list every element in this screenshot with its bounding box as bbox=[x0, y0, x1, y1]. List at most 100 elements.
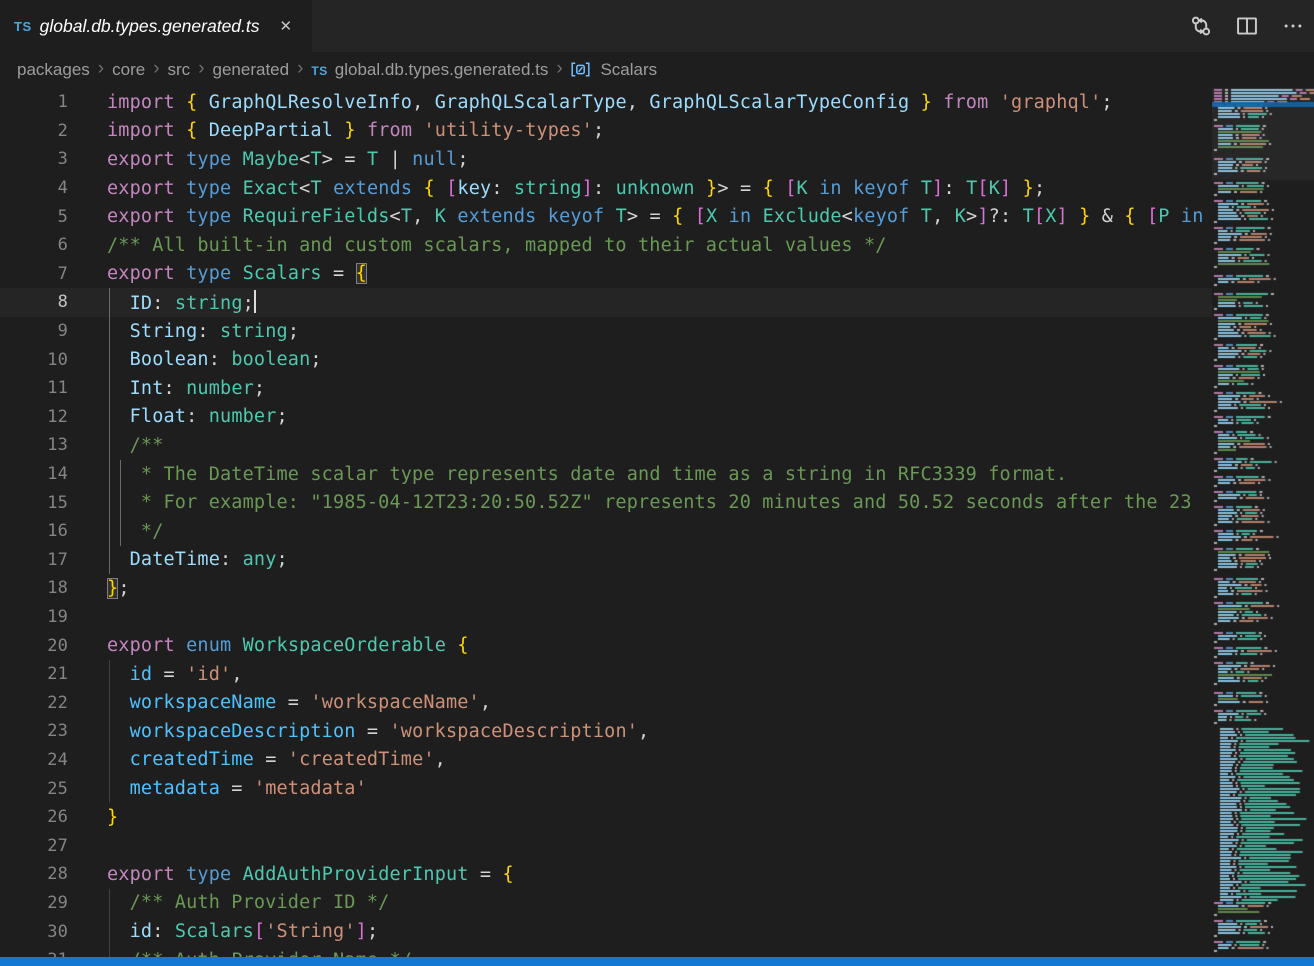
line-number[interactable]: 18 bbox=[0, 578, 68, 598]
code-line[interactable]: 7export type Scalars = { bbox=[0, 260, 1212, 289]
line-number[interactable]: 10 bbox=[0, 350, 68, 370]
line-number[interactable]: 6 bbox=[0, 235, 68, 255]
line-number[interactable]: 17 bbox=[0, 550, 68, 570]
indent-guide bbox=[109, 746, 110, 775]
line-number[interactable]: 16 bbox=[0, 521, 68, 541]
code-text: import { GraphQLResolveInfo, GraphQLScal… bbox=[68, 92, 1113, 113]
code-line[interactable]: 8 ID: string; bbox=[0, 288, 1212, 317]
code-line[interactable]: 20export enum WorkspaceOrderable { bbox=[0, 631, 1212, 660]
line-number[interactable]: 27 bbox=[0, 836, 68, 856]
indent-guide bbox=[120, 460, 121, 489]
code-line[interactable]: 5export type RequireFields<T, K extends … bbox=[0, 202, 1212, 231]
line-number[interactable]: 9 bbox=[0, 321, 68, 341]
code-text: * The DateTime scalar type represents da… bbox=[68, 464, 1067, 485]
code-text: id: Scalars['String']; bbox=[68, 921, 378, 942]
close-icon[interactable]: ✕ bbox=[276, 15, 297, 37]
indent-guide bbox=[120, 488, 121, 517]
code-text: Int: number; bbox=[68, 378, 265, 399]
tab-global-db-types-generated[interactable]: TS global.db.types.generated.ts ✕ bbox=[0, 0, 312, 52]
breadcrumb-packages[interactable]: packages bbox=[17, 60, 90, 80]
code-line[interactable]: 1import { GraphQLResolveInfo, GraphQLSca… bbox=[0, 88, 1212, 117]
indent-guide bbox=[109, 431, 110, 460]
code-text: export type Scalars = { bbox=[68, 263, 367, 284]
code-line[interactable]: 13 /** bbox=[0, 431, 1212, 460]
code-line[interactable]: 18}; bbox=[0, 574, 1212, 603]
code-text: /** Auth Provider ID */ bbox=[68, 892, 389, 913]
breadcrumb-file[interactable]: TSglobal.db.types.generated.ts bbox=[311, 60, 548, 80]
line-number[interactable]: 28 bbox=[0, 864, 68, 884]
code-line[interactable]: 16 */ bbox=[0, 517, 1212, 546]
code-line[interactable]: 9 String: string; bbox=[0, 317, 1212, 346]
code-line[interactable]: 10 Boolean: boolean; bbox=[0, 345, 1212, 374]
line-number[interactable]: 8 bbox=[0, 292, 68, 312]
line-number[interactable]: 3 bbox=[0, 149, 68, 169]
code-line[interactable]: 12 Float: number; bbox=[0, 403, 1212, 432]
code-line[interactable]: 6/** All built-in and custom scalars, ma… bbox=[0, 231, 1212, 260]
breadcrumb-symbol-scalars[interactable]: Scalars bbox=[571, 60, 657, 80]
line-number[interactable]: 25 bbox=[0, 779, 68, 799]
code-line[interactable]: 17 DateTime: any; bbox=[0, 546, 1212, 575]
indent-guide bbox=[109, 946, 110, 957]
code-text: String: string; bbox=[68, 321, 299, 342]
line-number[interactable]: 26 bbox=[0, 807, 68, 827]
line-number[interactable]: 7 bbox=[0, 264, 68, 284]
indent-guide bbox=[109, 345, 110, 374]
line-number[interactable]: 31 bbox=[0, 950, 68, 957]
line-number[interactable]: 1 bbox=[0, 92, 68, 112]
tab-title: global.db.types.generated.ts bbox=[40, 16, 260, 37]
code-text: ID: string; bbox=[68, 290, 256, 314]
breadcrumb-generated[interactable]: generated bbox=[213, 60, 290, 80]
code-line[interactable]: 30 id: Scalars['String']; bbox=[0, 917, 1212, 946]
code-editor[interactable]: 1import { GraphQLResolveInfo, GraphQLSca… bbox=[0, 88, 1212, 957]
code-line[interactable]: 15 * For example: "1985-04-12T23:20:50.5… bbox=[0, 488, 1212, 517]
more-actions-icon[interactable] bbox=[1280, 13, 1306, 39]
line-number[interactable]: 29 bbox=[0, 893, 68, 913]
line-number[interactable]: 15 bbox=[0, 493, 68, 513]
code-line[interactable]: 2import { DeepPartial } from 'utility-ty… bbox=[0, 117, 1212, 146]
code-line[interactable]: 31 /** Auth Provider Name */ bbox=[0, 946, 1212, 957]
code-text: export enum WorkspaceOrderable { bbox=[68, 635, 469, 656]
line-number[interactable]: 14 bbox=[0, 464, 68, 484]
line-number[interactable]: 19 bbox=[0, 607, 68, 627]
code-text: export type RequireFields<T, K extends k… bbox=[68, 206, 1204, 227]
code-line[interactable]: 14 * The DateTime scalar type represents… bbox=[0, 460, 1212, 489]
indent-guide bbox=[109, 717, 110, 746]
code-line[interactable]: 11 Int: number; bbox=[0, 374, 1212, 403]
code-text: /** Auth Provider Name */ bbox=[68, 950, 412, 957]
split-editor-icon[interactable] bbox=[1234, 13, 1260, 39]
code-line[interactable]: 25 metadata = 'metadata' bbox=[0, 774, 1212, 803]
minimap[interactable] bbox=[1212, 88, 1314, 957]
breadcrumb-core[interactable]: core bbox=[112, 60, 145, 80]
code-line[interactable]: 27 bbox=[0, 831, 1212, 860]
line-number[interactable]: 11 bbox=[0, 378, 68, 398]
line-number[interactable]: 30 bbox=[0, 922, 68, 942]
line-number[interactable]: 13 bbox=[0, 435, 68, 455]
code-line[interactable]: 29 /** Auth Provider ID */ bbox=[0, 889, 1212, 918]
line-number[interactable]: 4 bbox=[0, 178, 68, 198]
chevron-right-icon: › bbox=[556, 58, 562, 80]
breadcrumb-src[interactable]: src bbox=[168, 60, 191, 80]
line-number[interactable]: 22 bbox=[0, 693, 68, 713]
code-line[interactable]: 24 createdTime = 'createdTime', bbox=[0, 746, 1212, 775]
code-text: import { DeepPartial } from 'utility-typ… bbox=[68, 120, 604, 141]
code-line[interactable]: 21 id = 'id', bbox=[0, 660, 1212, 689]
line-number[interactable]: 5 bbox=[0, 207, 68, 227]
code-text: /** All built-in and custom scalars, map… bbox=[68, 235, 887, 256]
tab-bar: TS global.db.types.generated.ts ✕ bbox=[0, 0, 1314, 52]
line-number[interactable]: 21 bbox=[0, 664, 68, 684]
line-number[interactable]: 2 bbox=[0, 121, 68, 141]
code-line[interactable]: 19 bbox=[0, 603, 1212, 632]
line-number[interactable]: 23 bbox=[0, 721, 68, 741]
code-line[interactable]: 23 workspaceDescription = 'workspaceDesc… bbox=[0, 717, 1212, 746]
code-line[interactable]: 28export type AddAuthProviderInput = { bbox=[0, 860, 1212, 889]
line-number[interactable]: 24 bbox=[0, 750, 68, 770]
code-line[interactable]: 26} bbox=[0, 803, 1212, 832]
line-number[interactable]: 20 bbox=[0, 636, 68, 656]
code-line[interactable]: 22 workspaceName = 'workspaceName', bbox=[0, 688, 1212, 717]
open-changes-icon[interactable] bbox=[1188, 13, 1214, 39]
line-number[interactable]: 12 bbox=[0, 407, 68, 427]
code-line[interactable]: 4export type Exact<T extends { [key: str… bbox=[0, 174, 1212, 203]
code-line[interactable]: 3export type Maybe<T> = T | null; bbox=[0, 145, 1212, 174]
indent-guide bbox=[109, 774, 110, 803]
code-text: metadata = 'metadata' bbox=[68, 778, 367, 799]
